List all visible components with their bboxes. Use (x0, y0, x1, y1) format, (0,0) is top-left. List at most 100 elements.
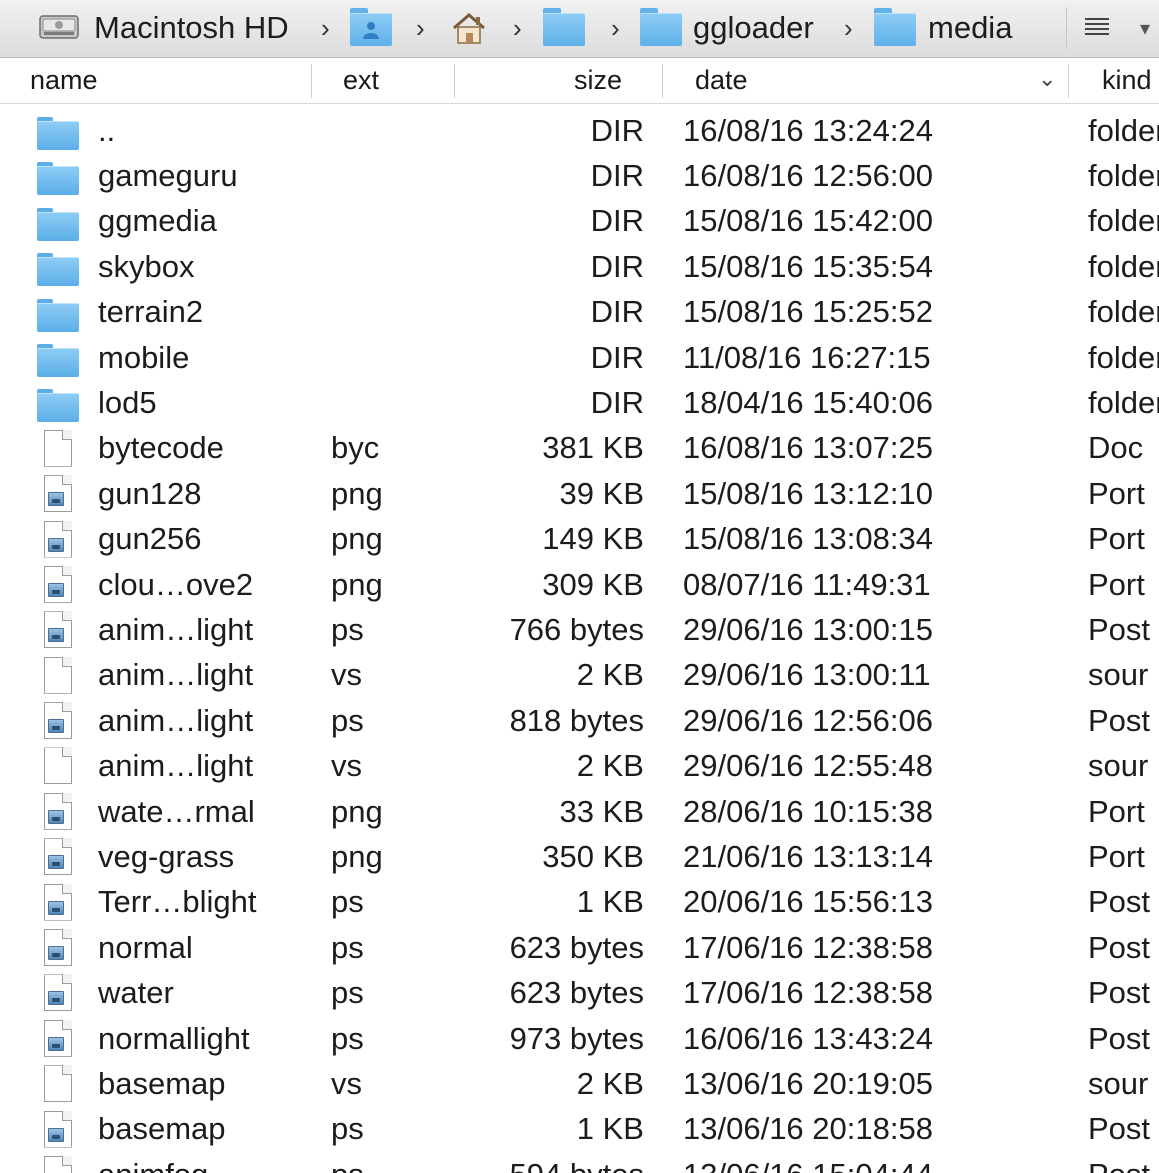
file-row[interactable]: skybox DIR 15/08/16 15:35:54 folder (0, 244, 1159, 289)
file-date: 17/06/16 12:38:58 (683, 929, 933, 965)
file-name: Terr…blight (98, 884, 257, 920)
column-header-name[interactable]: name (30, 58, 98, 103)
file-row[interactable]: gameguru DIR 16/08/16 12:56:00 folder (0, 153, 1159, 198)
home-icon[interactable] (448, 12, 490, 46)
folder-icon[interactable] (543, 8, 585, 46)
file-row[interactable]: anim…light vs 2 KB 29/06/16 12:55:48 sour (0, 743, 1159, 788)
document-icon (0, 743, 90, 788)
file-name: gameguru (98, 158, 238, 194)
image-file-icon (0, 517, 90, 562)
path-bar: Macintosh HD › › › › ggloader › media ▾ (0, 0, 1159, 58)
hard-drive-icon[interactable] (38, 12, 82, 44)
image-file-icon (0, 925, 90, 970)
folder-icon (0, 244, 90, 289)
file-ext: ps (331, 1111, 364, 1147)
file-kind: folder (1088, 385, 1159, 421)
file-name: anim…light (98, 748, 254, 784)
file-row[interactable]: anim…light ps 818 bytes 29/06/16 12:56:06 Po… (0, 698, 1159, 743)
column-divider[interactable] (1068, 64, 1069, 98)
file-name: normallight (98, 1020, 250, 1056)
file-kind: Post (1088, 1111, 1151, 1147)
file-row[interactable]: normallight ps 973 bytes 16/06/16 13:43:24 P… (0, 1016, 1159, 1061)
file-row[interactable]: basemap vs 2 KB 13/06/16 20:19:05 sour (0, 1061, 1159, 1106)
file-row[interactable]: anim…light vs 2 KB 29/06/16 13:00:11 sour (0, 653, 1159, 698)
file-row[interactable]: .. DIR 16/08/16 13:24:24 folder (0, 108, 1159, 153)
user-folder-icon[interactable] (350, 8, 392, 46)
breadcrumb-separator: › (513, 12, 522, 43)
file-name: anim…light (98, 657, 254, 693)
column-header-ext[interactable]: ext (343, 58, 379, 103)
list-view-icon[interactable] (1066, 7, 1127, 49)
file-date: 29/06/16 13:00:11 (683, 657, 931, 693)
file-row[interactable]: mobile DIR 11/08/16 16:27:15 folder (0, 335, 1159, 380)
document-icon (0, 1061, 90, 1106)
file-row[interactable]: Terr…blight ps 1 KB 20/06/16 15:56:13 Post (0, 880, 1159, 925)
file-date: 21/06/16 13:13:14 (683, 838, 933, 874)
file-kind: folder (1088, 112, 1159, 148)
file-size: 623 bytes (509, 929, 644, 965)
file-date: 16/08/16 13:24:24 (683, 112, 933, 148)
file-date: 16/06/16 13:43:24 (683, 1020, 933, 1056)
file-ext: ps (331, 884, 364, 920)
file-name: clou…ove2 (98, 566, 254, 602)
file-kind: Port (1088, 793, 1145, 829)
file-size: DIR (590, 385, 644, 421)
file-date: 18/04/16 15:40:06 (683, 385, 933, 421)
file-name: wate…rmal (98, 793, 255, 829)
file-size: DIR (590, 294, 644, 330)
column-divider[interactable] (311, 64, 312, 98)
image-file-icon (0, 562, 90, 607)
file-size: 2 KB (576, 748, 644, 784)
file-row[interactable]: bytecode byc 381 KB 16/08/16 13:07:25 Doc (0, 426, 1159, 471)
file-row[interactable]: anim…light ps 766 bytes 29/06/16 13:00:15 Po… (0, 607, 1159, 652)
file-row[interactable]: gun256 png 149 KB 15/08/16 13:08:34 Port (0, 517, 1159, 562)
file-date: 15/08/16 15:42:00 (683, 203, 933, 239)
file-size: 2 KB (576, 1065, 644, 1101)
column-header-date[interactable]: date (695, 58, 748, 103)
file-kind: Post (1088, 975, 1151, 1011)
breadcrumb-separator: › (844, 12, 853, 43)
file-size: 149 KB (542, 521, 644, 557)
folder-icon[interactable] (874, 8, 916, 46)
image-file-icon (0, 1016, 90, 1061)
file-date: 15/08/16 15:25:52 (683, 294, 933, 330)
file-row[interactable]: wate…rmal png 33 KB 28/06/16 10:15:38 Port (0, 789, 1159, 834)
folder-icon[interactable] (640, 8, 682, 46)
breadcrumb-macintosh-hd[interactable]: Macintosh HD (94, 0, 289, 56)
column-divider[interactable] (454, 64, 455, 98)
file-size: 309 KB (542, 566, 644, 602)
file-row[interactable]: lod5 DIR 18/04/16 15:40:06 folder (0, 380, 1159, 425)
file-kind: sour (1088, 1065, 1149, 1101)
folder-icon (0, 153, 90, 198)
file-date: 13/06/16 15:04:44 (683, 1152, 933, 1173)
sort-descending-chevron-icon[interactable]: ⌄ (1038, 66, 1056, 92)
file-name: .. (98, 112, 116, 148)
file-row[interactable]: ggmedia DIR 15/08/16 15:42:00 folder (0, 199, 1159, 244)
file-ext: png (331, 793, 383, 829)
file-row[interactable]: water ps 623 bytes 17/06/16 12:38:58 Post (0, 970, 1159, 1015)
breadcrumb-ggloader[interactable]: ggloader (693, 0, 814, 56)
file-row[interactable]: gun128 png 39 KB 15/08/16 13:12:10 Port (0, 471, 1159, 516)
file-date: 17/06/16 12:38:58 (683, 975, 933, 1011)
file-list: .. DIR 16/08/16 13:24:24 folder gameguru DIR 1… (0, 108, 1159, 1173)
file-row[interactable]: veg-grass png 350 KB 21/06/16 13:13:14 Port (0, 834, 1159, 879)
column-header-kind[interactable]: kind (1102, 58, 1159, 103)
file-ext: ps (331, 1020, 364, 1056)
file-row[interactable]: terrain2 DIR 15/08/16 15:25:52 folder (0, 290, 1159, 335)
column-divider[interactable] (662, 64, 663, 98)
file-date: 29/06/16 12:55:48 (683, 748, 933, 784)
file-row[interactable]: basemap ps 1 KB 13/06/16 20:18:58 Post (0, 1107, 1159, 1152)
file-size: 1 KB (576, 1111, 644, 1147)
file-kind: folder (1088, 339, 1159, 375)
file-size: 1 KB (576, 884, 644, 920)
file-row[interactable]: animfog ps 594 bytes 13/06/16 15:04:44 Post (0, 1152, 1159, 1173)
image-file-icon (0, 1152, 90, 1173)
file-row[interactable]: clou…ove2 png 309 KB 08/07/16 11:49:31 Port (0, 562, 1159, 607)
file-row[interactable]: normal ps 623 bytes 17/06/16 12:38:58 Post (0, 925, 1159, 970)
file-ext: ps (331, 611, 364, 647)
breadcrumb-media[interactable]: media (928, 0, 1012, 56)
view-options-chevron-icon[interactable]: ▾ (1140, 16, 1150, 41)
file-size: DIR (590, 203, 644, 239)
file-kind: folder (1088, 248, 1159, 284)
column-header-size[interactable]: size (574, 58, 622, 103)
